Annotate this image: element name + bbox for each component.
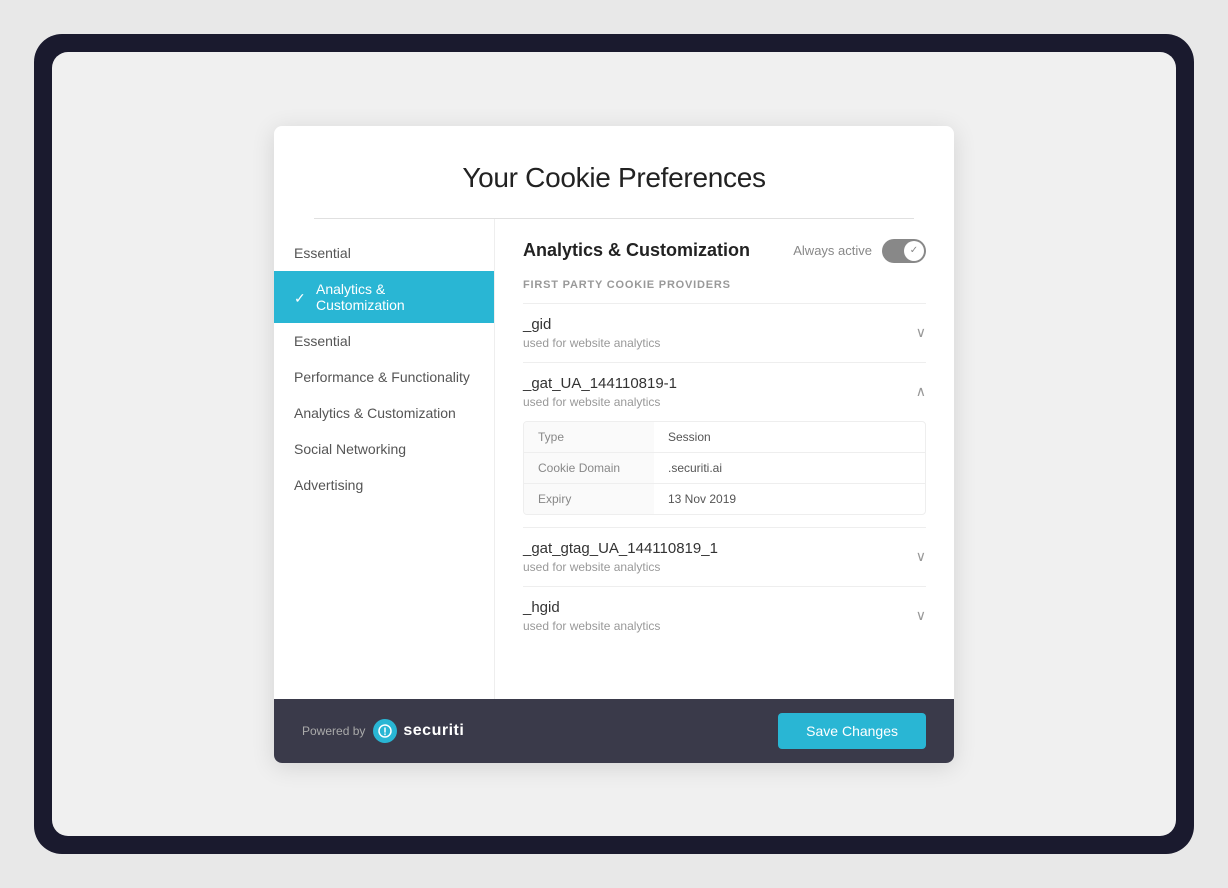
cookie-preferences-modal: Your Cookie Preferences Essential ✓ Anal… (274, 126, 954, 763)
cookie-item-header-gat-gtag[interactable]: _gat_gtag_UA_144110819_1 used for websit… (523, 540, 926, 574)
modal-header: Your Cookie Preferences (274, 126, 954, 218)
content-title: Analytics & Customization (523, 240, 750, 261)
cookie-info-gat-ua: _gat_UA_144110819-1 used for website ana… (523, 375, 677, 409)
cookie-item-hgid: _hgid used for website analytics ∨ (523, 586, 926, 645)
powered-by-label: Powered by (302, 724, 365, 738)
detail-row-type: Type Session (524, 422, 925, 453)
sidebar-item-label: Essential (294, 245, 351, 261)
sidebar-item-analytics2[interactable]: Analytics & Customization (274, 395, 494, 431)
cookie-item-gat-ua: _gat_UA_144110819-1 used for website ana… (523, 362, 926, 527)
sidebar-item-performance[interactable]: Performance & Functionality (274, 359, 494, 395)
modal-footer: Powered by securiti Save Changes (274, 699, 954, 763)
detail-value-domain: .securiti.ai (654, 453, 736, 483)
cookie-item-header-hgid[interactable]: _hgid used for website analytics ∨ (523, 599, 926, 633)
content-area: Analytics & Customization Always active … (494, 219, 954, 699)
cookie-desc-gid: used for website analytics (523, 336, 660, 350)
cookie-desc-hgid: used for website analytics (523, 619, 660, 633)
sidebar-item-essential[interactable]: Essential (274, 323, 494, 359)
device-frame: Your Cookie Preferences Essential ✓ Anal… (34, 34, 1194, 854)
sidebar-item-label: Advertising (294, 477, 363, 493)
detail-value-type: Session (654, 422, 725, 452)
detail-label-expiry: Expiry (524, 484, 654, 514)
cookie-item-gid: _gid used for website analytics ∨ (523, 303, 926, 362)
sidebar-item-social[interactable]: Social Networking (274, 431, 494, 467)
section-label: FIRST PARTY COOKIE PROVIDERS (523, 279, 926, 291)
cookie-name-gat-ua: _gat_UA_144110819-1 (523, 375, 677, 392)
sidebar-item-label: Social Networking (294, 441, 406, 457)
cookie-info-gat-gtag: _gat_gtag_UA_144110819_1 used for websit… (523, 540, 718, 574)
cookie-name-gat-gtag: _gat_gtag_UA_144110819_1 (523, 540, 718, 557)
cookie-item-header-gid[interactable]: _gid used for website analytics ∨ (523, 316, 926, 350)
cookie-info-gid: _gid used for website analytics (523, 316, 660, 350)
sidebar-item-analytics-active[interactable]: ✓ Analytics & Customization (274, 271, 494, 323)
chevron-down-icon-gid: ∨ (916, 324, 926, 341)
sidebar-item-essential-top[interactable]: Essential (274, 235, 494, 271)
always-active-toggle[interactable]: ✓ (882, 239, 926, 263)
sidebar-item-label: Essential (294, 333, 351, 349)
always-active-area: Always active ✓ (793, 239, 926, 263)
detail-value-expiry: 13 Nov 2019 (654, 484, 750, 514)
cookie-item-header-gat-ua[interactable]: _gat_UA_144110819-1 used for website ana… (523, 375, 926, 409)
chevron-down-icon-hgid: ∨ (916, 607, 926, 624)
chevron-down-icon-gat-gtag: ∨ (916, 548, 926, 565)
toggle-check-icon: ✓ (910, 245, 918, 256)
device-screen: Your Cookie Preferences Essential ✓ Anal… (52, 52, 1176, 836)
cookie-info-hgid: _hgid used for website analytics (523, 599, 660, 633)
detail-label-type: Type (524, 422, 654, 452)
detail-row-domain: Cookie Domain .securiti.ai (524, 453, 925, 484)
cookie-name-hgid: _hgid (523, 599, 660, 616)
cookie-desc-gat-ua: used for website analytics (523, 395, 677, 409)
securiti-brand-name: securiti (403, 722, 464, 740)
sidebar-item-label: Analytics & Customization (316, 281, 474, 313)
modal-title: Your Cookie Preferences (314, 162, 914, 194)
detail-row-expiry: Expiry 13 Nov 2019 (524, 484, 925, 514)
sidebar-item-label: Analytics & Customization (294, 405, 456, 421)
toggle-knob: ✓ (904, 241, 924, 261)
chevron-up-icon-gat-ua: ∧ (916, 383, 926, 400)
check-icon: ✓ (294, 290, 308, 304)
always-active-label: Always active (793, 243, 872, 258)
cookie-desc-gat-gtag: used for website analytics (523, 560, 718, 574)
sidebar-item-advertising[interactable]: Advertising (274, 467, 494, 503)
detail-label-domain: Cookie Domain (524, 453, 654, 483)
modal-body: Essential ✓ Analytics & Customization Es… (274, 219, 954, 699)
powered-by-area: Powered by securiti (302, 719, 464, 743)
save-changes-button[interactable]: Save Changes (778, 713, 926, 749)
cookie-item-gat-gtag: _gat_gtag_UA_144110819_1 used for websit… (523, 527, 926, 586)
sidebar-item-label: Performance & Functionality (294, 369, 470, 385)
content-header: Analytics & Customization Always active … (523, 239, 926, 263)
cookie-name-gid: _gid (523, 316, 660, 333)
sidebar: Essential ✓ Analytics & Customization Es… (274, 219, 494, 699)
securiti-icon (373, 719, 397, 743)
securiti-logo: securiti (373, 719, 464, 743)
cookie-details-gat-ua: Type Session Cookie Domain .securiti.ai … (523, 421, 926, 515)
